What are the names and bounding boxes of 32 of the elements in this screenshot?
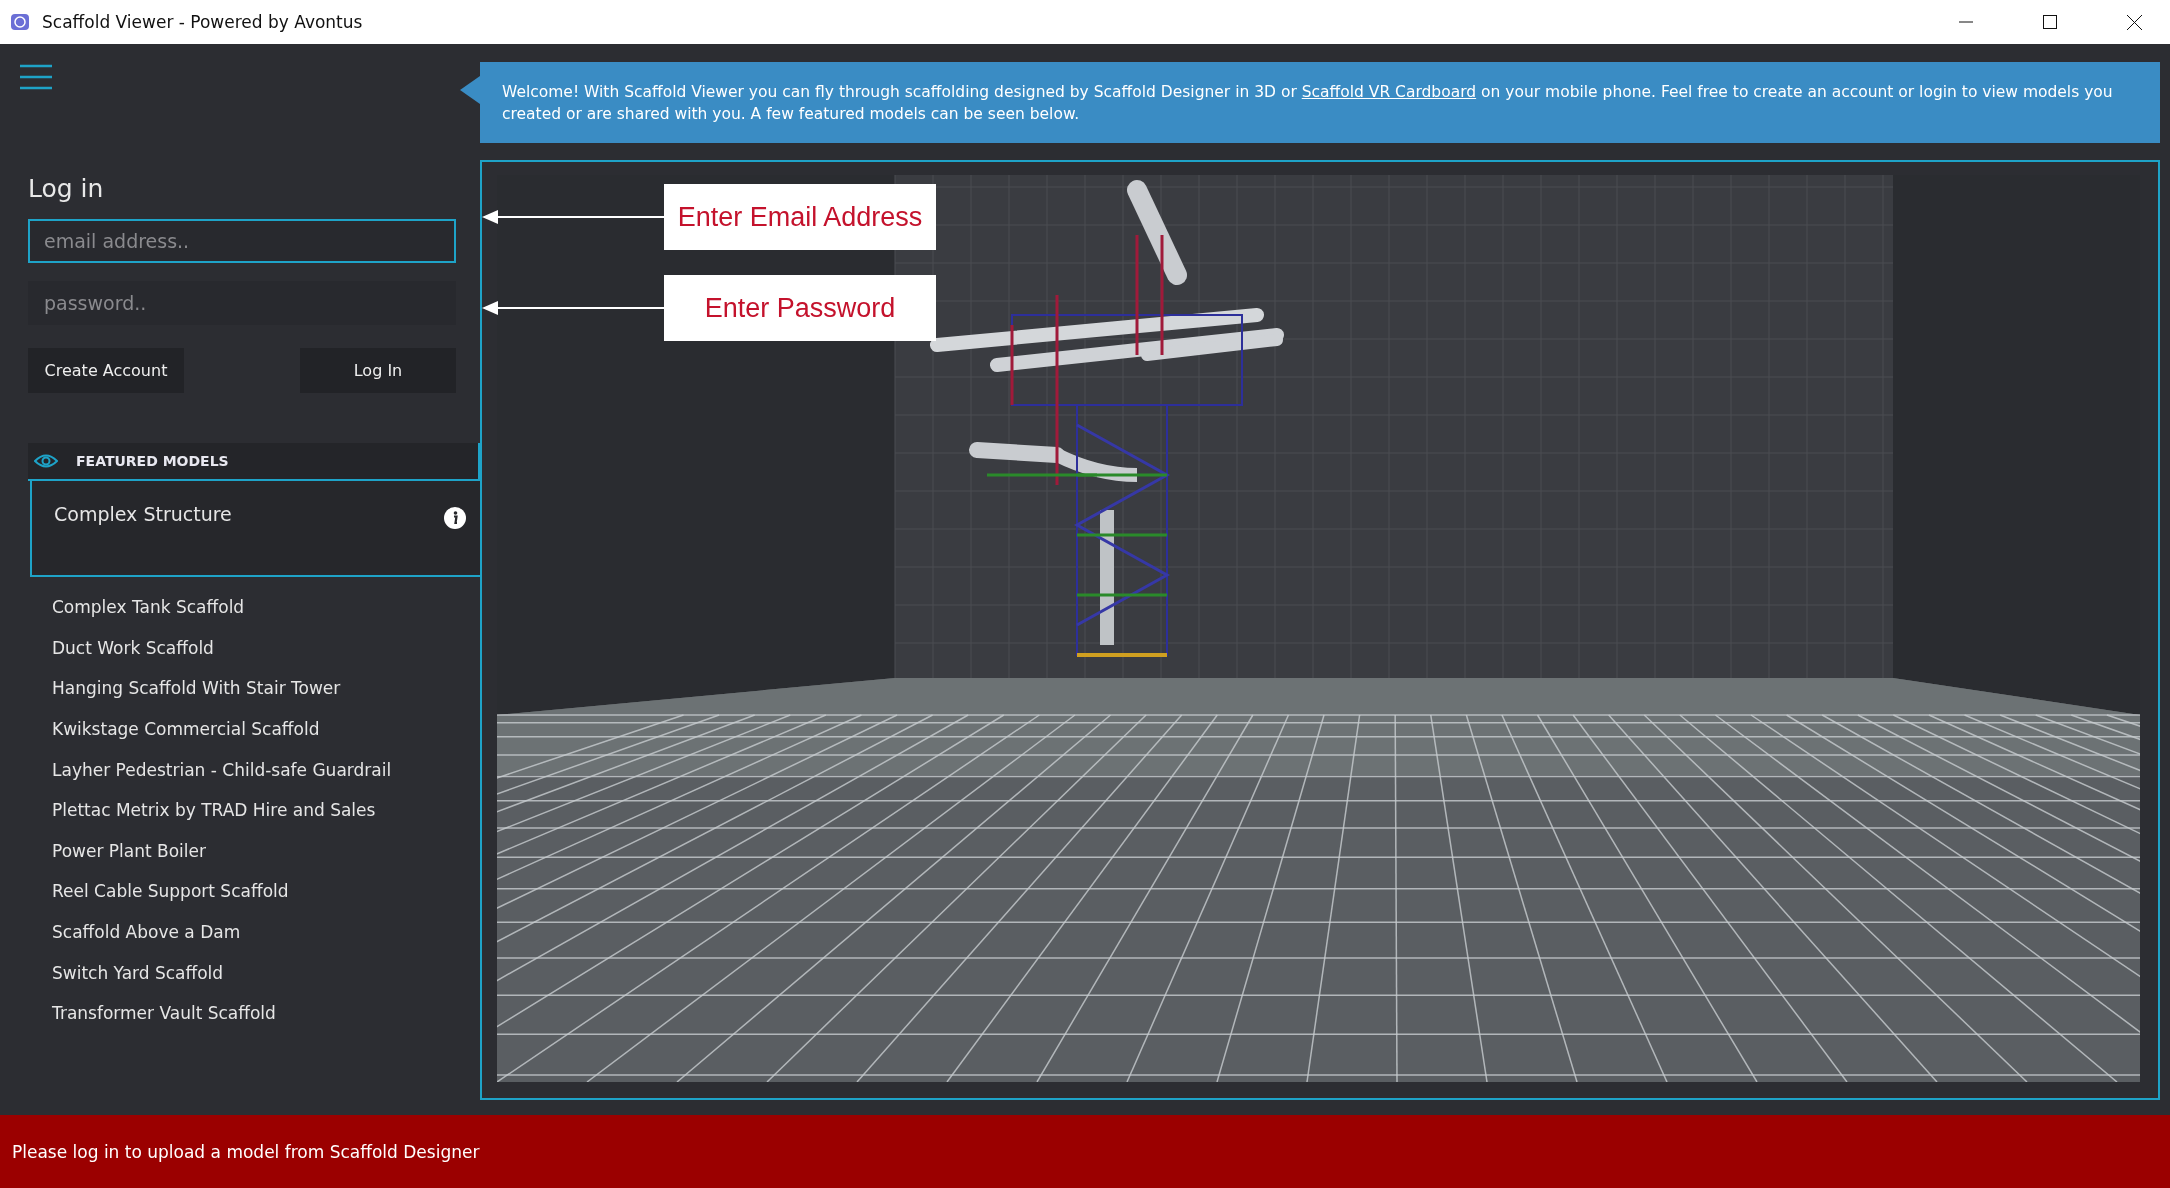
selected-model-item[interactable]: Complex Structure [30, 481, 480, 577]
model-item[interactable]: Plettac Metrix by TRAD Hire and Sales [30, 789, 480, 831]
model-item[interactable]: Kwikstage Commercial Scaffold [30, 708, 480, 750]
model-item[interactable]: Layher Pedestrian - Child-safe Guardrail [30, 749, 480, 790]
app-logo-icon [10, 12, 30, 32]
log-in-button[interactable]: Log In [300, 348, 456, 393]
model-item[interactable]: Duct Work Scaffold [30, 627, 480, 669]
window-title: Scaffold Viewer - Powered by Avontus [42, 12, 364, 32]
close-icon [2126, 14, 2142, 30]
maximize-icon [2043, 15, 2057, 29]
model-item[interactable]: Power Plant Boiler [30, 830, 480, 872]
info-icon[interactable] [444, 507, 466, 529]
arrow-icon [482, 209, 664, 225]
model-item[interactable]: Scaffold Above a Dam [30, 911, 480, 953]
create-account-button[interactable]: Create Account [28, 348, 184, 393]
model-item[interactable]: Reel Cable Support Scaffold [30, 871, 480, 912]
login-heading: Log in [28, 174, 105, 203]
arrow-icon [482, 300, 664, 316]
password-field[interactable]: password.. [28, 281, 456, 325]
welcome-message: Welcome! With Scaffold Viewer you can fly through scaffolding designed by Scaffold Designer in 3D or Scaffold VR Cardboard on your mobile phone. Feel free to create an account or login to view models you created or are shared with you. A few featured models can be seen below. [502, 81, 2114, 125]
callout-label: Enter Password [664, 275, 936, 341]
model-item[interactable]: Complex Tank Scaffold [30, 587, 480, 628]
status-message: Please log in to upload a model from Scaffold Designer [12, 1141, 480, 1162]
menu-icon[interactable] [20, 64, 52, 90]
model-item[interactable]: Switch Yard Scaffold [30, 952, 480, 993]
eye-icon [34, 454, 58, 468]
vr-cardboard-link[interactable]: Scaffold VR Cardboard [1301, 82, 1477, 101]
featured-models-heading: FEATURED MODELS [76, 453, 229, 469]
callout-label: Enter Email Address [664, 184, 936, 250]
email-field[interactable]: email address.. [28, 219, 456, 263]
model-item[interactable]: Transformer Vault Scaffold [30, 992, 480, 1034]
model-item[interactable]: Hanging Scaffold With Stair Tower [30, 668, 480, 709]
